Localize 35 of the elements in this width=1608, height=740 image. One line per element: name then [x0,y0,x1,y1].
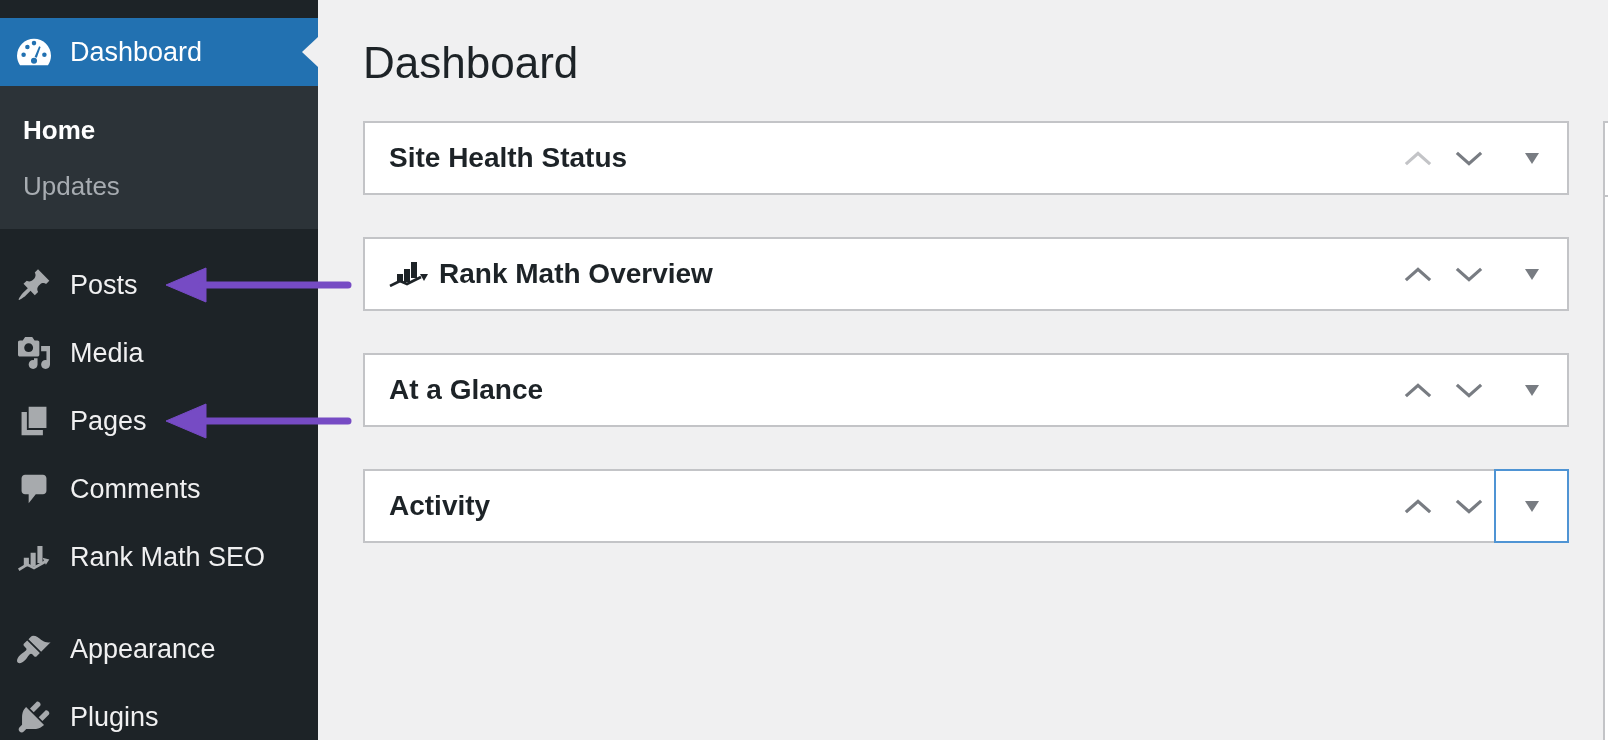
page-title: Dashboard [363,37,579,89]
plug-icon [17,701,51,733]
chevron-up-icon [1404,382,1432,398]
paintbrush-icon [17,633,51,665]
sidebar-item[interactable]: Appearance [0,615,318,683]
sidebar-item[interactable]: Pages [0,387,318,455]
submenu-item[interactable]: Updates [0,158,318,214]
chevron-down-icon [1455,266,1483,282]
chevron-up-icon [1404,150,1432,166]
caret-icon [1524,268,1539,280]
pushpin-icon [17,269,51,301]
chevron-down-icon [1455,382,1483,398]
widget-title: At a Glance [389,374,544,406]
sidebar-item[interactable]: Rank Math SEO [0,523,318,591]
gauge-icon [17,36,51,68]
toggle-panel-button[interactable] [1494,469,1569,543]
chevron-up-icon [1404,266,1432,282]
sidebar-item[interactable]: Plugins [0,683,318,740]
bar-chart-icon [389,261,429,287]
caret-icon [1524,152,1539,164]
menu-pointer-icon [302,37,318,67]
sidebar-item[interactable]: Dashboard [0,18,318,86]
chevron-down-icon [1455,498,1483,514]
camera-music-icon [17,337,51,369]
sidebar-item[interactable]: Media [0,319,318,387]
chevron-up-icon [1404,498,1432,514]
widget-title: Activity [389,490,491,522]
widget-title: Site Health Status [389,142,628,174]
widget-title: Rank Math Overview [439,258,713,290]
chevron-down-icon [1455,150,1483,166]
sidebar-item[interactable]: Posts [0,251,318,319]
sidebar-item[interactable]: Comments [0,455,318,523]
submenu-item[interactable]: Home [0,102,318,158]
caret-icon [1524,500,1539,512]
caret-icon [1524,384,1539,396]
